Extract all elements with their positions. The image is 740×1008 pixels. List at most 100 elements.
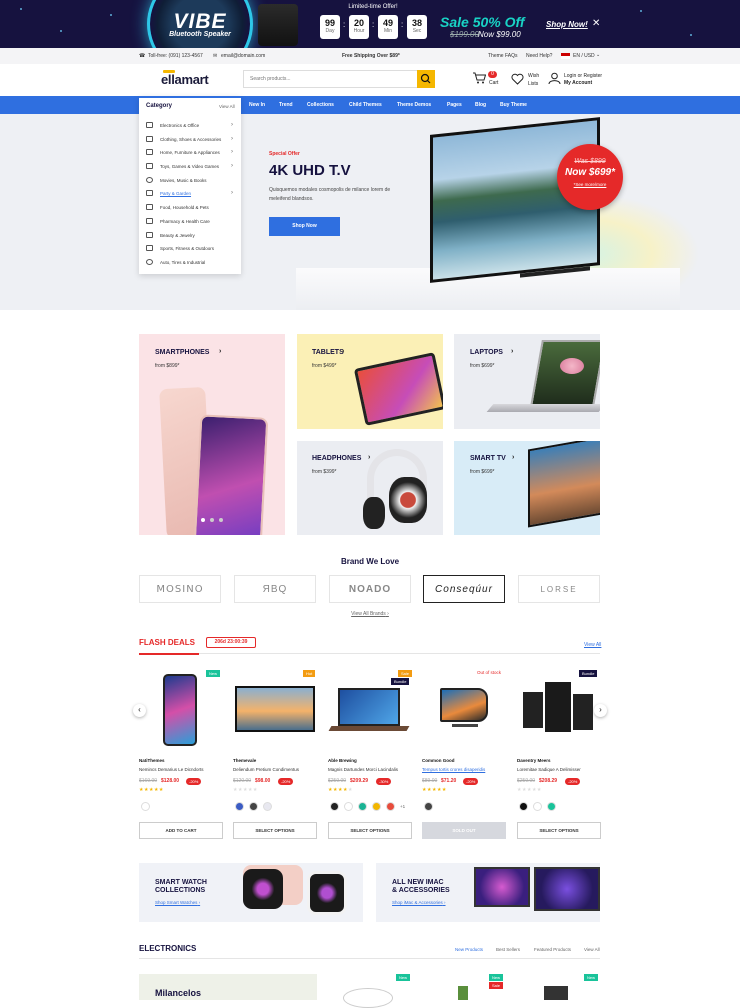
color-swatch[interactable] [533, 802, 542, 811]
tab-view-all[interactable]: View All [584, 947, 600, 952]
color-swatch[interactable] [424, 802, 433, 811]
view-all-brands-link[interactable]: View All Brands › [0, 611, 740, 617]
collection-price: from $499* [312, 363, 337, 369]
color-swatch[interactable] [344, 802, 353, 811]
nav-item-buy-theme[interactable]: Buy Theme [500, 102, 527, 108]
nav-item-pages[interactable]: Pages [447, 102, 462, 108]
chevron-right-icon: › [368, 454, 371, 461]
collection-card-smartphones[interactable]: SMARTPHONES › from $899* [139, 334, 285, 535]
select-options-button[interactable]: SELECT OPTIONS [328, 822, 412, 839]
category-item-pharmacy[interactable]: Pharmacy & Health Care [146, 218, 236, 230]
category-item-clothing[interactable]: Clothing, Shoes & Accessories › [146, 136, 236, 148]
banner-imac[interactable]: ALL NEW IMAC & ACCESSORIES Shop iMac & A… [376, 863, 600, 922]
search-input[interactable] [243, 70, 417, 88]
brand-logo-lorse[interactable]: LORSE [518, 575, 600, 603]
food-icon [146, 204, 153, 210]
more-swatches[interactable]: +1 [400, 804, 405, 809]
nav-item-child-themes[interactable]: Child Themes [349, 102, 382, 108]
color-swatch[interactable] [386, 802, 395, 811]
collection-price: from $899* [155, 363, 180, 369]
tab-new-products[interactable]: New Products [455, 947, 483, 952]
flash-view-all-link[interactable]: View All [584, 642, 601, 648]
collection-card-smart-tv[interactable]: SMART TV › from $699* [454, 441, 600, 535]
nav-item-theme-demos[interactable]: Theme Demos [397, 102, 431, 108]
color-swatch[interactable] [372, 802, 381, 811]
chevron-right-icon: › [599, 705, 602, 714]
category-item-home[interactable]: Home, Furniture & Appliances › [146, 149, 236, 161]
sold-out-button[interactable]: SOLD OUT [422, 822, 506, 839]
category-item-sports[interactable]: Sports, Fitness & Outdoors [146, 245, 236, 257]
jewel-icon [146, 232, 153, 238]
add-to-cart-button[interactable]: ADD TO CART [139, 822, 223, 839]
product-name[interactable]: Magnis Dartundes Morci Lacindalis [328, 767, 398, 772]
category-view-all-link[interactable]: View All [219, 104, 235, 109]
collection-card-headphones[interactable]: HEADPHONES › from $399* [297, 441, 443, 535]
product-name[interactable]: Loremitae Sadique A Delimisser [517, 767, 581, 772]
theme-faqs-link[interactable]: Theme FAQs [488, 53, 517, 59]
tab-best-sellers[interactable]: Best Sellers [496, 947, 520, 952]
carousel-dot[interactable] [210, 518, 214, 522]
color-swatch[interactable] [547, 802, 556, 811]
nav-item-collections[interactable]: Collections [307, 102, 334, 108]
product-price: $128.00 [161, 778, 180, 784]
product-name[interactable]: Deliendum Pretium Condimentus [233, 767, 299, 772]
discount-badge: -20% [565, 778, 581, 785]
need-help-link[interactable]: Need Help? [526, 53, 552, 59]
collection-card-tablets[interactable]: TABLETS › from $499* [297, 334, 443, 429]
category-menu-header: Category View All [139, 96, 241, 114]
carousel-prev-button[interactable]: ‹ [133, 704, 146, 717]
promo-shop-now-link[interactable]: Shop Now! [546, 20, 588, 29]
select-options-button[interactable]: SELECT OPTIONS [517, 822, 601, 839]
color-swatch[interactable] [358, 802, 367, 811]
color-swatch[interactable] [249, 802, 258, 811]
cart-icon [473, 72, 487, 84]
color-swatch[interactable] [141, 802, 150, 811]
nav-item-trend[interactable]: Trend [279, 102, 293, 108]
carousel-dot[interactable] [201, 518, 205, 522]
color-swatch[interactable] [519, 802, 528, 811]
product-name[interactable]: Tempus tortis crores disaperidis [422, 767, 485, 772]
color-swatch[interactable] [330, 802, 339, 811]
category-item-electronics[interactable]: Electronics & Office › [146, 122, 236, 134]
account-button[interactable]: Login or Register My Account [548, 72, 608, 88]
product-name[interactable]: Nemincs Demarius Le Dicndorts [139, 767, 204, 772]
color-swatch[interactable] [263, 802, 272, 811]
new-badge: New [396, 974, 411, 981]
flower-image [560, 358, 584, 374]
tab-featured-products[interactable]: Featured Products [534, 947, 571, 952]
category-item-beauty[interactable]: Beauty & Jewelry [146, 232, 236, 244]
brand-logo-mosino[interactable]: MOSINO [139, 575, 221, 603]
collection-title: SMARTPHONES [155, 349, 210, 356]
hero-shop-now-button[interactable]: Shop Now [269, 217, 340, 236]
close-icon[interactable]: ✕ [592, 18, 600, 29]
brands-title: Brand We Love [340, 557, 400, 566]
nav-item-blog[interactable]: Blog [475, 102, 486, 108]
banner-link[interactable]: Shop iMac & Accessories › [392, 900, 446, 905]
brand-logo-rbq[interactable]: ЯBQ [234, 575, 316, 603]
flash-deals-timer: 206d 23:00:39 [206, 637, 256, 648]
banner-link[interactable]: Shop Smart Watches › [155, 900, 200, 905]
cart-button[interactable]: 0 Cart [472, 71, 498, 90]
category-item-auto[interactable]: Auto, Tires & Industrial [146, 259, 236, 271]
email-link[interactable]: email@domain.com [221, 53, 265, 59]
color-swatch[interactable] [235, 802, 244, 811]
electronics-feature-banner[interactable]: Milancelos [139, 974, 317, 1000]
category-item-food[interactable]: Food, Household & Pets [146, 204, 236, 216]
wishlist-button[interactable]: Wish Lists [511, 72, 543, 88]
category-item-toys[interactable]: Toys, Games & Video Games › [146, 163, 236, 175]
banner-smart-watch[interactable]: SMART WATCH COLLECTIONS Shop Smart Watch… [139, 863, 363, 922]
search-button[interactable] [417, 70, 435, 88]
carousel-next-button[interactable]: › [594, 704, 607, 717]
leaf-icon [146, 190, 153, 196]
category-item-movies[interactable]: Movies, Music & Books [146, 177, 236, 189]
collection-card-laptops[interactable]: LAPTOPS › from $699* [454, 334, 600, 429]
hero-see-more-link[interactable]: *See more/more [557, 182, 623, 187]
select-options-button[interactable]: SELECT OPTIONS [233, 822, 317, 839]
brand-logo-noado[interactable]: NOADO [329, 575, 411, 603]
language-currency-selector[interactable]: EN / USD [573, 53, 595, 59]
category-item-party-garden[interactable]: Party & Garden › [146, 190, 236, 202]
site-logo[interactable]: ellamart [161, 72, 209, 87]
carousel-dot[interactable] [219, 518, 223, 522]
brand-logo-consequur[interactable]: Conseqúur [423, 575, 505, 603]
nav-item-new-in[interactable]: New In [249, 102, 265, 108]
